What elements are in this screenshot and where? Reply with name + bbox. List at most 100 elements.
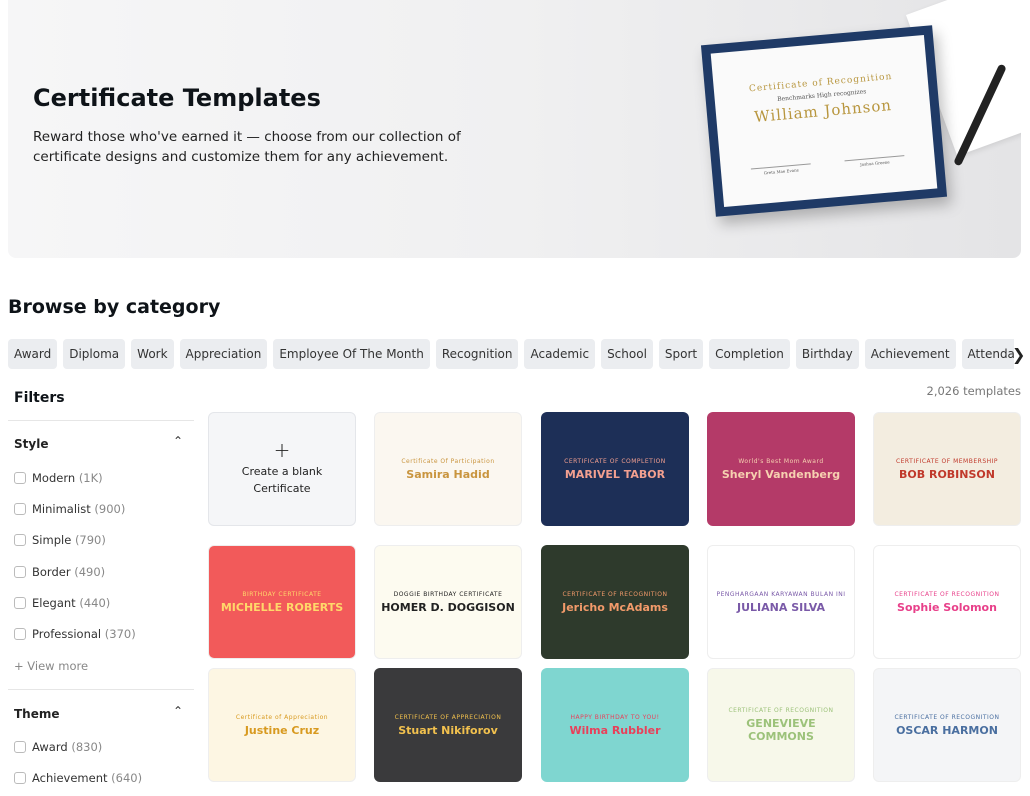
template-heading: CERTIFICATE OF COMPLETION (564, 457, 666, 465)
checkbox[interactable] (14, 772, 26, 784)
template-heading: HAPPY BIRTHDAY TO YOU! (570, 713, 660, 721)
option-count: (640) (111, 771, 143, 785)
category-chip[interactable]: Completion (709, 339, 790, 369)
option-name: Minimalist (32, 502, 91, 516)
option-label: Modern (1K) (32, 471, 103, 485)
template-name: Samira Hadid (406, 467, 490, 481)
template-card[interactable]: CERTIFICATE OF RECOGNITION OSCAR HARMON (873, 668, 1021, 782)
category-chip[interactable]: Employee Of The Month (273, 339, 430, 369)
template-card[interactable]: CERTIFICATE OF APPRECIATION Stuart Nikifo… (374, 668, 522, 782)
template-card[interactable]: Certificate of Appreciation Justine Cruz (208, 668, 356, 782)
template-heading: Certificate Of Participation (401, 457, 495, 465)
page-title: Certificate Templates (33, 84, 321, 112)
filter-option[interactable]: Award (830) (14, 740, 102, 754)
checkbox[interactable] (14, 534, 26, 546)
template-name: Jericho McAdams (562, 600, 668, 614)
checkbox[interactable] (14, 472, 26, 484)
template-card[interactable]: BIRTHDAY CERTIFICATE MICHELLE ROBERTS (208, 545, 356, 659)
option-label: Achievement (640) (32, 771, 142, 785)
option-name: Modern (32, 471, 76, 485)
template-heading: CERTIFICATE OF RECOGNITION (728, 707, 834, 714)
template-name: Wilma Rubbler (569, 723, 661, 737)
view-more-button[interactable]: + View more (14, 659, 88, 673)
category-chip[interactable]: Work (131, 339, 174, 369)
divider (8, 420, 194, 421)
category-chip[interactable]: Academic (524, 339, 596, 369)
template-heading: CERTIFICATE OF RECOGNITION (894, 590, 1000, 598)
template-name: MICHELLE ROBERTS (220, 600, 344, 614)
chevron-up-icon[interactable]: ⌃ (173, 434, 183, 448)
template-heading: Certificate of Appreciation (235, 713, 329, 721)
filter-option[interactable]: Simple (790) (14, 533, 106, 547)
hero-certificate-image: Certificate of Recognition Benchmarks Hi… (700, 25, 948, 217)
filter-option[interactable]: Professional (370) (14, 627, 136, 641)
template-card[interactable]: DOGGIE BIRTHDAY CERTIFICATE HOMER D. DOGG… (374, 545, 522, 659)
blank-line1: Create a blank (241, 464, 323, 478)
option-name: Elegant (32, 596, 76, 610)
template-card[interactable]: Certificate Of Participation Samira Hadid (374, 412, 522, 526)
option-name: Simple (32, 533, 72, 547)
chevron-up-icon[interactable]: ⌃ (173, 704, 183, 718)
page-subtitle: Reward those who've earned it — choose f… (33, 129, 461, 165)
template-card[interactable]: CERTIFICATE OF RECOGNITION Sophie Solomon (873, 545, 1021, 659)
template-name: MARIVEL TABOR (564, 467, 666, 481)
hero-banner: Certificate Templates Reward those who'v… (8, 0, 1021, 258)
template-card[interactable]: HAPPY BIRTHDAY TO YOU! Wilma Rubbler (541, 668, 689, 782)
category-chip[interactable]: Appreciation (179, 339, 268, 369)
option-count: (830) (71, 740, 103, 754)
option-name: Professional (32, 627, 102, 641)
cert-sig2: Joshua Greene (844, 155, 905, 169)
template-card[interactable]: CERTIFICATE OF MEMBERSHIP BOB ROBINSON (873, 412, 1021, 526)
chevron-right-icon[interactable]: ❯ (1012, 345, 1025, 364)
option-name: Achievement (32, 771, 108, 785)
category-chip[interactable]: Diploma (63, 339, 126, 369)
filter-option[interactable]: Achievement (640) (14, 771, 142, 785)
category-chips: Award Diploma Work Appreciation Employee Of … (8, 339, 1014, 369)
category-chip[interactable]: Award (8, 339, 58, 369)
category-chip[interactable]: Attendance (961, 339, 1014, 369)
checkbox[interactable] (14, 566, 26, 578)
template-name: Sheryl Vandenberg (721, 467, 841, 481)
view-more-label: View more (27, 659, 89, 673)
template-card[interactable]: CERTIFICATE OF RECOGNITION GENEVIEVE COMM… (707, 668, 855, 782)
template-heading: CERTIFICATE OF RECOGNITION (894, 713, 1000, 721)
plus-icon: + (273, 437, 291, 462)
template-card[interactable]: PENGHARGAAN KARYAWAN BULAN INI JULIANA SI… (707, 545, 855, 659)
template-card[interactable]: CERTIFICATE OF COMPLETION MARIVEL TABOR (541, 412, 689, 526)
template-name: GENEVIEVE COMMONS (746, 717, 816, 743)
category-chip[interactable]: Recognition (435, 339, 519, 369)
cert-sig1: Greta Mae Evans (750, 163, 812, 177)
filter-option[interactable]: Modern (1K) (14, 471, 103, 485)
template-name: OSCAR HARMON (896, 723, 998, 737)
checkbox[interactable] (14, 597, 26, 609)
option-label: Professional (370) (32, 627, 136, 641)
category-chip[interactable]: Achievement (864, 339, 956, 369)
category-chip[interactable]: Birthday (795, 339, 859, 369)
checkbox[interactable] (14, 741, 26, 753)
divider (8, 689, 194, 690)
filter-option[interactable]: Minimalist (900) (14, 502, 125, 516)
template-name: BOB ROBINSON (899, 467, 995, 481)
template-heading: DOGGIE BIRTHDAY CERTIFICATE (393, 590, 503, 598)
category-chip[interactable]: Sport (658, 339, 704, 369)
filter-section-style[interactable]: Style (14, 437, 48, 451)
option-count: (790) (74, 533, 106, 547)
create-blank-button[interactable]: + Create a blank Certificate (208, 412, 356, 526)
template-name: Sophie Solomon (897, 600, 997, 614)
template-card[interactable]: World's Best Mom Award Sheryl Vandenberg (707, 412, 855, 526)
filter-option[interactable]: Border (490) (14, 565, 105, 579)
option-count: (900) (94, 502, 126, 516)
checkbox[interactable] (14, 628, 26, 640)
filter-section-theme[interactable]: Theme (14, 707, 60, 721)
plus-icon: + (14, 659, 28, 673)
filter-option[interactable]: Elegant (440) (14, 596, 110, 610)
template-heading: CERTIFICATE OF RECOGNITION (562, 590, 668, 598)
category-chip[interactable]: School (601, 339, 653, 369)
template-heading: BIRTHDAY CERTIFICATE (242, 590, 322, 598)
checkbox[interactable] (14, 503, 26, 515)
template-card[interactable]: CERTIFICATE OF RECOGNITION Jericho McAdam… (541, 545, 689, 659)
option-label: Simple (790) (32, 533, 106, 547)
option-count: (440) (79, 596, 111, 610)
template-heading: CERTIFICATE OF APPRECIATION (394, 713, 502, 721)
browse-title: Browse by category (8, 296, 221, 318)
